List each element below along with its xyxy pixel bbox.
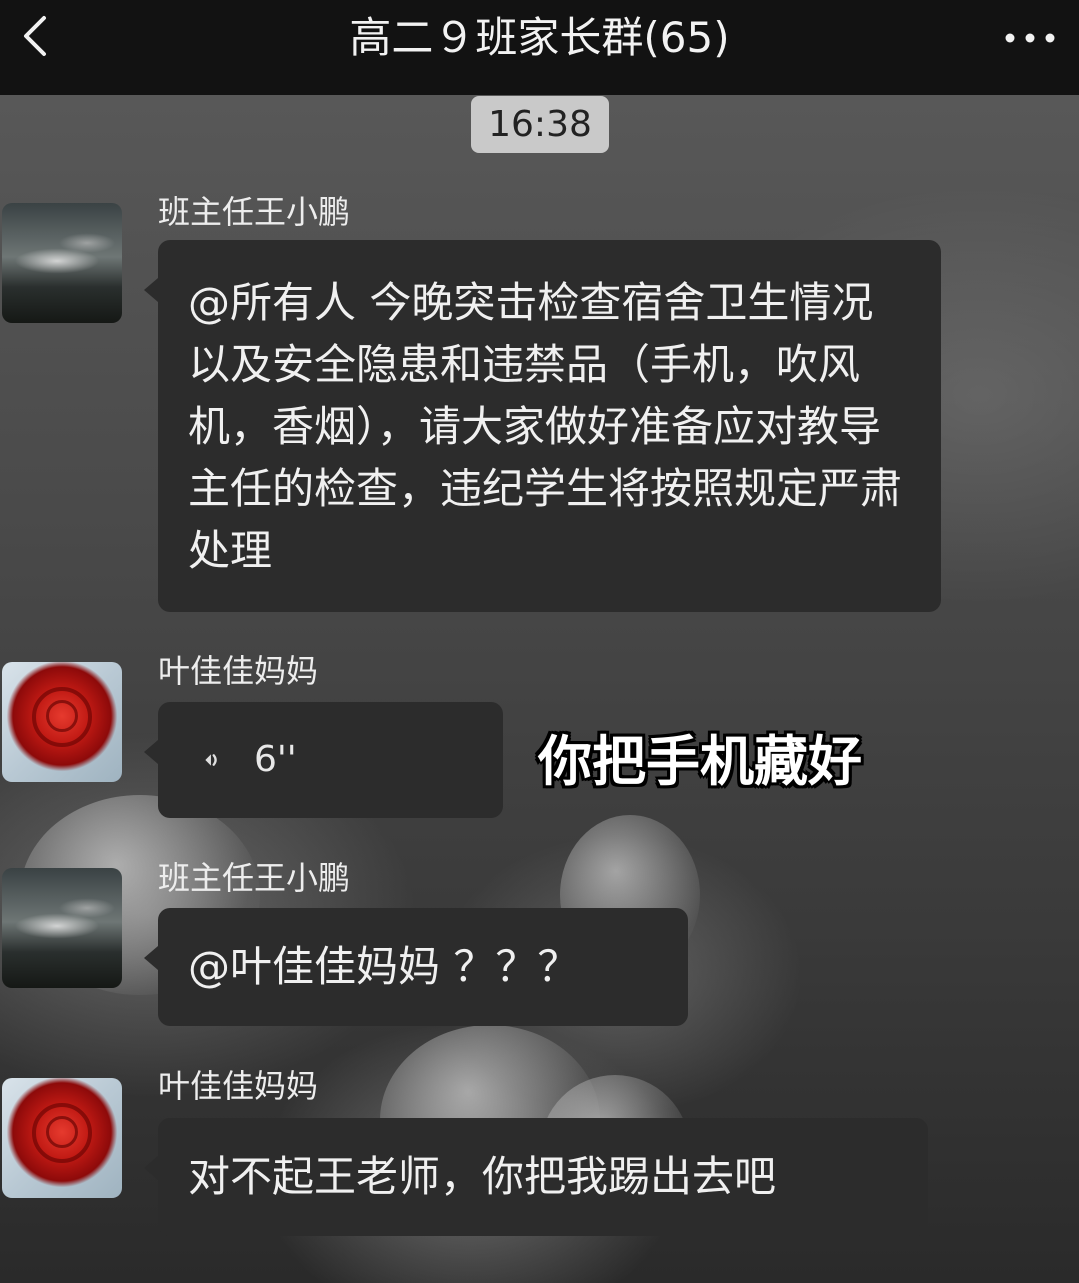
sender-avatar[interactable] <box>2 868 122 988</box>
message-bubble[interactable]: 对不起王老师，你把我踢出去吧 <box>144 1118 928 1236</box>
message-text: @叶佳佳妈妈 ？？？ <box>188 942 580 991</box>
sender-name: 叶佳佳妈妈 <box>158 652 319 690</box>
sender-avatar[interactable] <box>2 203 122 323</box>
message-text: 对不起王老师，你把我踢出去吧 <box>188 1152 777 1201</box>
message-timestamp: 16:38 <box>471 96 609 153</box>
voice-duration: 6'' <box>254 739 297 780</box>
sender-name: 班主任王小鹏 <box>158 193 351 231</box>
video-caption-overlay: 你把手机藏好 <box>538 730 862 793</box>
voice-wave-icon <box>205 754 217 766</box>
more-dots-icon[interactable] <box>1000 28 1060 48</box>
sender-avatar[interactable] <box>2 1078 122 1198</box>
message-bubble[interactable]: @所有人 今晚突击检查宿舍卫生情况以及安全隐患和违禁品（手机，吹风机，香烟），请… <box>144 240 941 612</box>
message-bubble[interactable]: @叶佳佳妈妈 ？？？ <box>144 908 688 1026</box>
sender-avatar[interactable] <box>2 662 122 782</box>
chat-title: 高二９班家长群(65) <box>349 13 730 62</box>
sender-name: 班主任王小鹏 <box>158 859 351 897</box>
message-text: @所有人 今晚突击检查宿舍卫生情况以及安全隐患和违禁品（手机，吹风机，香烟），请… <box>188 278 903 575</box>
sender-name: 叶佳佳妈妈 <box>158 1067 319 1105</box>
top-navigation-bar: 高二９班家长群(65) <box>0 0 1079 95</box>
voice-message-bubble[interactable]: 6'' <box>144 702 503 818</box>
rose-petal-detail <box>46 700 78 732</box>
rose-petal-detail <box>46 1116 78 1148</box>
